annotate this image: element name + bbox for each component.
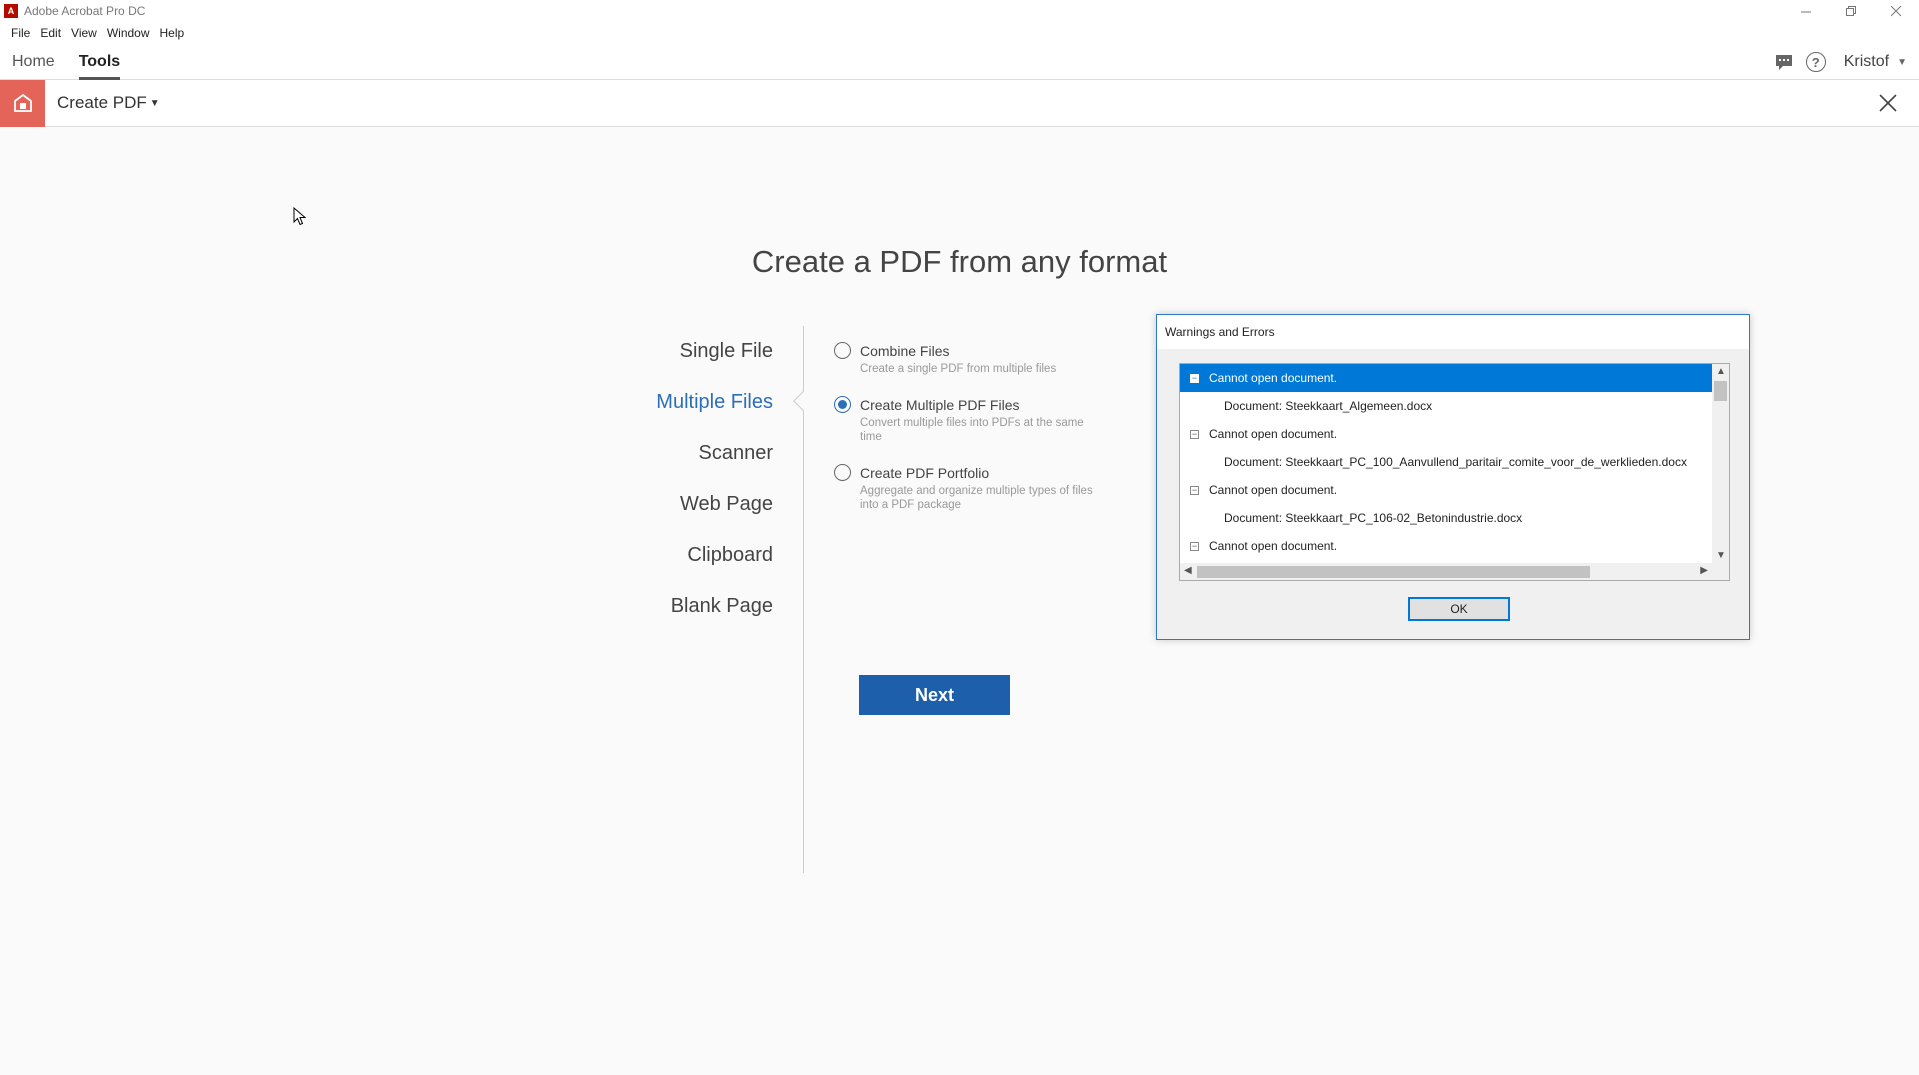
window-controls	[1784, 0, 1919, 22]
ok-button[interactable]: OK	[1408, 597, 1510, 621]
close-tool-button[interactable]	[1875, 90, 1901, 116]
tool-bar: Create PDF ▼	[0, 79, 1919, 127]
radio-button[interactable]	[834, 464, 851, 481]
scroll-left-icon[interactable]: ◀	[1184, 565, 1192, 576]
menu-window[interactable]: Window	[102, 26, 155, 40]
page-heading: Create a PDF from any format	[751, 244, 1168, 279]
error-detail-row[interactable]: Document: Steekkaart_PC_106-02_Betonindu…	[1180, 504, 1712, 532]
vertical-scroll-thumb[interactable]	[1714, 381, 1727, 401]
error-detail-row[interactable]: Document: Steekkaart_PC_100_Aanvullend_p…	[1180, 448, 1712, 476]
menu-file[interactable]: File	[6, 26, 35, 40]
scroll-up-icon[interactable]: ▲	[1716, 366, 1726, 377]
help-icon: ?	[1805, 52, 1826, 72]
close-icon	[1891, 5, 1902, 16]
horizontal-scroll-thumb[interactable]	[1197, 566, 1590, 578]
error-detail-row[interactable]: Document: Steekkaart_Algemeen.docx	[1180, 392, 1712, 420]
collapse-icon[interactable]: −	[1190, 429, 1199, 439]
title-bar: A Adobe Acrobat Pro DC	[0, 0, 1919, 22]
tab-tools[interactable]: Tools	[67, 44, 132, 80]
collapse-icon[interactable]: −	[1190, 485, 1199, 495]
close-window-button[interactable]	[1874, 0, 1919, 22]
source-option-multiple-files[interactable]: Multiple Files	[656, 387, 773, 438]
menu-view[interactable]: View	[66, 26, 102, 40]
help-button[interactable]: ?	[1804, 50, 1828, 74]
restore-icon	[1846, 5, 1856, 16]
tab-home[interactable]: Home	[0, 44, 67, 80]
radio-label: Create Multiple PDF Files	[860, 397, 1020, 413]
minimize-button[interactable]	[1784, 0, 1829, 22]
radio-description: Aggregate and organize multiple types of…	[860, 485, 1093, 511]
errors-tree-list[interactable]: − Cannot open document. Document: Steekk…	[1179, 363, 1730, 581]
error-message: Cannot open document.	[1209, 483, 1338, 497]
nav-right-group: ? Kristof ▼	[1768, 44, 1919, 80]
error-message: Cannot open document.	[1209, 427, 1338, 441]
mouse-cursor-icon	[293, 207, 307, 226]
scrollbar-corner	[1712, 563, 1729, 580]
error-row[interactable]: − Cannot open document.	[1180, 476, 1712, 504]
minimize-icon	[1801, 11, 1811, 12]
radio-label: Create PDF Portfolio	[860, 465, 990, 481]
scroll-down-icon[interactable]: ▼	[1716, 550, 1726, 561]
error-row[interactable]: − Cannot open document.	[1180, 364, 1712, 392]
radio-description: Create a single PDF from multiple files	[860, 363, 1057, 375]
menu-help[interactable]: Help	[155, 26, 190, 40]
acrobat-app-icon: A	[4, 4, 18, 18]
error-message: Cannot open document.	[1209, 539, 1338, 553]
source-option-web-page[interactable]: Web Page	[656, 489, 773, 540]
error-row[interactable]: − Cannot open document.	[1180, 420, 1712, 448]
vertical-scrollbar[interactable]: ▲ ▼	[1712, 364, 1729, 563]
window-title: Adobe Acrobat Pro DC	[24, 4, 146, 18]
radio-button[interactable]	[834, 342, 851, 359]
top-navigation: Home Tools ? Kristof ▼	[0, 44, 1919, 80]
radio-label: Combine Files	[860, 343, 950, 359]
source-option-single-file[interactable]: Single File	[656, 336, 773, 387]
radio-button-checked[interactable]	[834, 396, 851, 413]
radio-option-create-multiple-pdf-files[interactable]: Create Multiple PDF Files Convert multip…	[834, 396, 1094, 444]
create-pdf-icon	[13, 93, 32, 112]
menu-bar: File Edit View Window Help	[0, 22, 1919, 44]
create-pdf-tool-icon	[0, 79, 45, 127]
multiple-files-radio-group: Combine Files Create a single PDF from m…	[834, 342, 1094, 532]
radio-option-combine-files[interactable]: Combine Files Create a single PDF from m…	[834, 342, 1094, 376]
error-row[interactable]: − Cannot open document.	[1180, 532, 1712, 560]
comment-icon[interactable]	[1772, 50, 1796, 74]
chevron-down-icon[interactable]: ▼	[150, 98, 160, 109]
close-icon	[1879, 94, 1897, 112]
next-button[interactable]: Next	[859, 675, 1010, 715]
error-document: Document: Steekkaart_PC_106-02_Betonindu…	[1224, 511, 1523, 525]
warnings-errors-dialog: Warnings and Errors − Cannot open docume…	[1156, 314, 1750, 640]
source-options-list: Single File Multiple Files Scanner Web P…	[656, 336, 773, 642]
radio-option-create-pdf-portfolio[interactable]: Create PDF Portfolio Aggregate and organ…	[834, 464, 1094, 512]
collapse-icon[interactable]: −	[1190, 373, 1199, 383]
scroll-right-icon[interactable]: ▶	[1700, 565, 1708, 576]
error-message: Cannot open document.	[1209, 371, 1338, 385]
radio-description: Convert multiple files into PDFs at the …	[860, 417, 1084, 443]
error-document: Document: Steekkaart_PC_100_Aanvullend_p…	[1224, 455, 1687, 469]
errors-tree-viewport: − Cannot open document. Document: Steekk…	[1180, 364, 1712, 563]
collapse-icon[interactable]: −	[1190, 541, 1199, 551]
menu-edit[interactable]: Edit	[35, 26, 66, 40]
source-option-blank-page[interactable]: Blank Page	[656, 591, 773, 642]
dialog-title: Warnings and Errors	[1157, 315, 1749, 349]
restore-button[interactable]	[1829, 0, 1874, 22]
chevron-down-icon[interactable]: ▼	[1897, 57, 1907, 68]
source-option-scanner[interactable]: Scanner	[656, 438, 774, 489]
horizontal-scrollbar[interactable]: ◀ ▶	[1180, 563, 1712, 580]
user-name[interactable]: Kristof	[1844, 53, 1889, 71]
selection-pointer	[793, 391, 813, 411]
error-document: Document: Steekkaart_Algemeen.docx	[1224, 399, 1433, 413]
source-option-clipboard[interactable]: Clipboard	[656, 540, 773, 591]
tool-title-dropdown[interactable]: Create PDF	[57, 93, 147, 113]
